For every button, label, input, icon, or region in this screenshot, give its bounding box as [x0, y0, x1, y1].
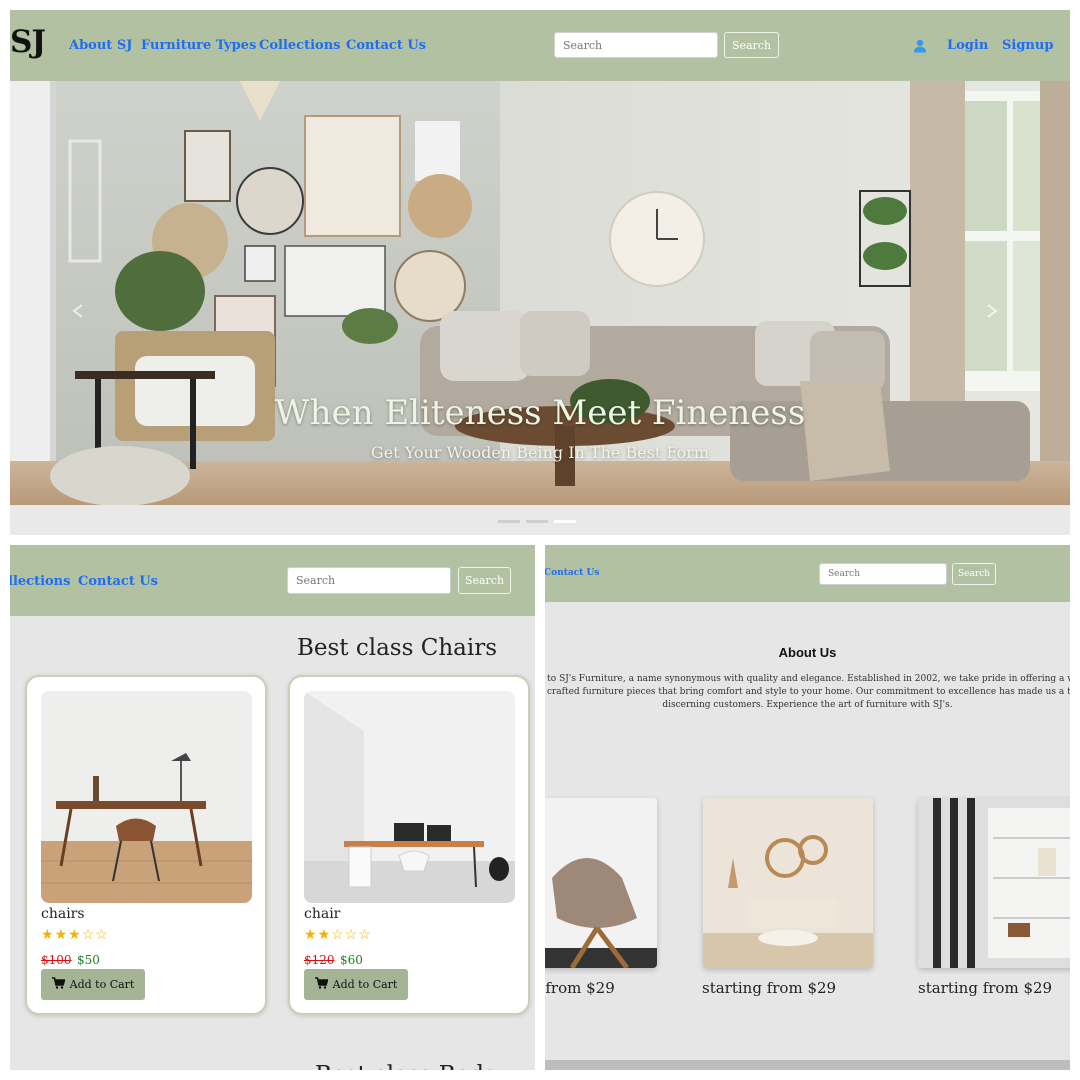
collection-caption: g from $29	[545, 979, 615, 997]
about-line: discerning customers. Experience the art…	[662, 700, 953, 710]
star-filled-icon: ★	[304, 927, 318, 943]
nav-furniture-types-link[interactable]: Furniture Types	[141, 38, 256, 53]
nav-contact-link[interactable]: Contact Us	[545, 568, 599, 578]
search-input[interactable]: Search	[287, 567, 451, 594]
homepage-screenshot: SJ About SJ Furniture Types Collections …	[10, 10, 1070, 535]
star-empty-icon: ☆	[358, 927, 372, 943]
star-filled-icon: ★	[54, 927, 69, 943]
collection-image[interactable]	[545, 798, 657, 968]
star-empty-icon: ☆	[344, 927, 359, 943]
product-image[interactable]	[304, 691, 515, 903]
add-to-cart-label: Add to Cart	[332, 978, 398, 991]
star-empty-icon: ☆	[95, 927, 109, 943]
nav-about-link[interactable]: About SJ	[69, 38, 132, 53]
nav-collections-link[interactable]: llections	[10, 574, 70, 589]
star-filled-icon: ★	[41, 927, 55, 943]
carousel-indicator-3[interactable]	[554, 520, 576, 523]
products-screenshot: llections Contact Us Search Search Best …	[10, 545, 535, 1070]
star-empty-icon: ☆	[81, 927, 96, 943]
add-to-cart-label: Add to Cart	[69, 978, 135, 991]
sale-price: $60	[340, 953, 363, 967]
search-input[interactable]: Search	[554, 32, 718, 58]
rating-stars: ★★☆☆☆	[304, 927, 372, 943]
product-card: chair ★★☆☆☆ $120 $60 Add to Cart	[288, 675, 530, 1015]
search-button[interactable]: Search	[458, 567, 511, 594]
carousel-indicators	[498, 520, 576, 523]
collection-image[interactable]	[918, 798, 1070, 968]
search-input[interactable]: Search	[819, 563, 947, 585]
about-screenshot: Contact Us Search Search About Us e to S…	[545, 545, 1070, 1070]
hero-carousel: When Eliteness Meet Fineness Get Your Wo…	[10, 81, 1070, 505]
product-card: chairs ★★★☆☆ $100 $50 Add to Cart	[25, 675, 267, 1015]
about-paragraph: e to SJ's Furniture, a name synonymous w…	[545, 673, 1070, 712]
navbar: SJ About SJ Furniture Types Collections …	[10, 10, 1070, 81]
collection-caption: starting from $29	[918, 979, 1053, 997]
nav-contact-link[interactable]: Contact Us	[78, 574, 158, 589]
rating-stars: ★★★☆☆	[41, 927, 109, 943]
hero-title: When Eliteness Meet Fineness	[274, 393, 806, 433]
section-heading: Best class Chairs	[296, 635, 497, 661]
carousel-indicator-2[interactable]	[526, 520, 548, 523]
original-price: $100	[41, 953, 72, 967]
cart-icon	[314, 977, 329, 992]
about-line: y crafted furniture pieces that bring co…	[545, 687, 1070, 697]
star-filled-icon: ★	[317, 927, 332, 943]
star-filled-icon: ★	[68, 927, 82, 943]
nav-contact-link[interactable]: Contact Us	[346, 38, 426, 53]
product-name: chair	[304, 906, 341, 922]
search-button[interactable]: Search	[724, 32, 779, 58]
product-name: chairs	[41, 906, 85, 922]
login-link[interactable]: Login	[947, 38, 988, 53]
original-price: $120	[304, 953, 335, 967]
product-image[interactable]	[41, 691, 252, 903]
next-section-heading: Best class Beds	[315, 1062, 496, 1070]
signup-link[interactable]: Signup	[1002, 38, 1053, 53]
sale-price: $50	[77, 953, 100, 967]
about-line: e to SJ's Furniture, a name synonymous w…	[545, 674, 1070, 684]
cart-icon	[51, 977, 66, 992]
add-to-cart-button[interactable]: Add to Cart	[41, 969, 145, 1000]
navbar: Contact Us Search Search	[545, 545, 1070, 602]
nav-collections-link[interactable]: Collections	[259, 38, 340, 53]
search-button[interactable]: Search	[952, 563, 996, 585]
star-empty-icon: ☆	[331, 927, 345, 943]
site-logo[interactable]: SJ	[10, 24, 46, 60]
add-to-cart-button[interactable]: Add to Cart	[304, 969, 408, 1000]
collection-caption: starting from $29	[702, 979, 837, 997]
footer-bar	[545, 1060, 1070, 1070]
about-heading: About Us	[778, 645, 837, 660]
collection-image[interactable]	[703, 798, 873, 968]
carousel-indicator-1[interactable]	[498, 520, 520, 523]
hero-subtitle: Get Your Wooden Being In The Best Form	[370, 443, 710, 462]
user-icon[interactable]	[913, 38, 927, 57]
living-room-image	[10, 81, 1070, 505]
navbar: llections Contact Us Search Search	[10, 545, 535, 616]
